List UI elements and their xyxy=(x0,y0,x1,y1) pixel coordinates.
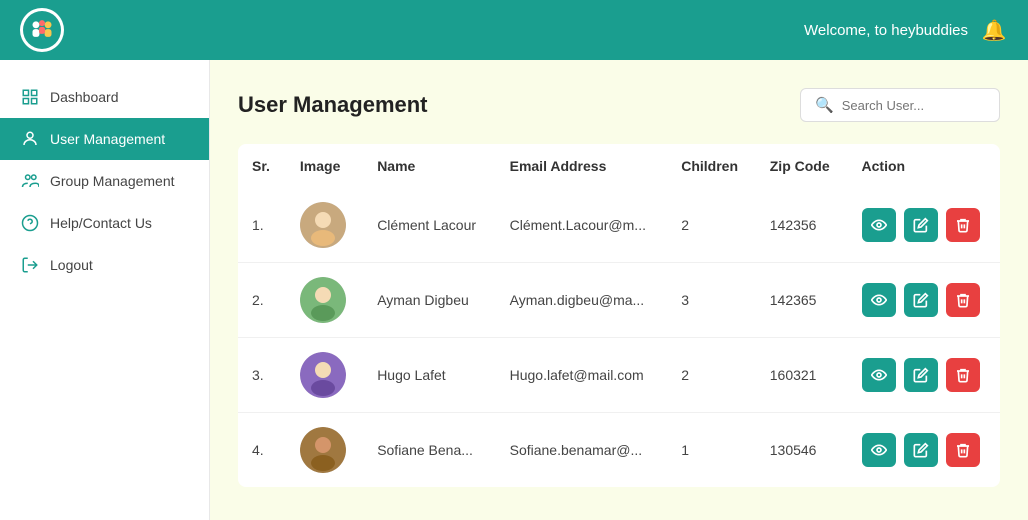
cell-name: Hugo Lafet xyxy=(363,338,495,413)
cell-zip: 142365 xyxy=(756,263,848,338)
table-row: 1. Clément Lacour Clément.Lacour@m... 2 … xyxy=(238,188,1000,263)
cell-email: Sofiane.benamar@... xyxy=(496,413,668,488)
cell-name: Clément Lacour xyxy=(363,188,495,263)
sidebar-item-logout[interactable]: Logout xyxy=(0,244,209,286)
sidebar-item-help-contact[interactable]: Help/Contact Us xyxy=(0,202,209,244)
edit-button[interactable] xyxy=(904,358,938,392)
main-layout: Dashboard User Management Group Manageme… xyxy=(0,60,1028,520)
sidebar-label-dashboard: Dashboard xyxy=(50,89,119,105)
logout-icon xyxy=(20,255,40,275)
cell-sr: 3. xyxy=(238,338,286,413)
logo xyxy=(20,8,64,52)
cell-image xyxy=(286,338,363,413)
cell-name: Ayman Digbeu xyxy=(363,263,495,338)
header-right: Welcome, to heybuddies 🔔 xyxy=(804,16,1008,44)
cell-email: Ayman.digbeu@ma... xyxy=(496,263,668,338)
col-children: Children xyxy=(667,144,756,188)
help-icon xyxy=(20,213,40,233)
view-button[interactable] xyxy=(862,208,896,242)
logo-area xyxy=(20,8,64,52)
table-header-row: Sr. Image Name Email Address Children Zi… xyxy=(238,144,1000,188)
content-area: User Management 🔍 Sr. Image Name Email A… xyxy=(210,60,1028,520)
search-input[interactable] xyxy=(842,98,985,113)
sidebar: Dashboard User Management Group Manageme… xyxy=(0,60,210,520)
cell-zip: 160321 xyxy=(756,338,848,413)
group-icon xyxy=(20,171,40,191)
col-zip: Zip Code xyxy=(756,144,848,188)
cell-zip: 130546 xyxy=(756,413,848,488)
cell-image xyxy=(286,188,363,263)
avatar xyxy=(300,427,346,473)
col-email: Email Address xyxy=(496,144,668,188)
edit-button[interactable] xyxy=(904,208,938,242)
notification-icon[interactable]: 🔔 xyxy=(980,16,1008,44)
cell-image xyxy=(286,263,363,338)
action-buttons xyxy=(862,283,986,317)
table-row: 4. Sofiane Bena... Sofiane.benamar@... 1… xyxy=(238,413,1000,488)
avatar xyxy=(300,277,346,323)
cell-image xyxy=(286,413,363,488)
cell-zip: 142356 xyxy=(756,188,848,263)
action-buttons xyxy=(862,208,986,242)
cell-action xyxy=(848,413,1000,488)
col-sr: Sr. xyxy=(238,144,286,188)
cell-action xyxy=(848,338,1000,413)
edit-button[interactable] xyxy=(904,283,938,317)
cell-children: 3 xyxy=(667,263,756,338)
sidebar-item-user-management[interactable]: User Management xyxy=(0,118,209,160)
table-row: 2. Ayman Digbeu Ayman.digbeu@ma... 3 142… xyxy=(238,263,1000,338)
app-header: Welcome, to heybuddies 🔔 xyxy=(0,0,1028,60)
sidebar-item-group-management[interactable]: Group Management xyxy=(0,160,209,202)
cell-action xyxy=(848,188,1000,263)
cell-sr: 1. xyxy=(238,188,286,263)
search-icon: 🔍 xyxy=(815,96,834,114)
cell-sr: 4. xyxy=(238,413,286,488)
view-button[interactable] xyxy=(862,433,896,467)
cell-children: 2 xyxy=(667,338,756,413)
cell-children: 2 xyxy=(667,188,756,263)
action-buttons xyxy=(862,433,986,467)
cell-name: Sofiane Bena... xyxy=(363,413,495,488)
edit-button[interactable] xyxy=(904,433,938,467)
delete-button[interactable] xyxy=(946,283,980,317)
avatar xyxy=(300,352,346,398)
welcome-text: Welcome, to heybuddies xyxy=(804,22,968,39)
sidebar-label-logout: Logout xyxy=(50,257,93,273)
avatar xyxy=(300,202,346,248)
sidebar-label-help-contact: Help/Contact Us xyxy=(50,215,152,231)
user-icon xyxy=(20,129,40,149)
delete-button[interactable] xyxy=(946,358,980,392)
view-button[interactable] xyxy=(862,358,896,392)
sidebar-label-group-management: Group Management xyxy=(50,173,175,189)
cell-action xyxy=(848,263,1000,338)
table-row: 3. Hugo Lafet Hugo.lafet@mail.com 2 1603… xyxy=(238,338,1000,413)
delete-button[interactable] xyxy=(946,433,980,467)
cell-email: Hugo.lafet@mail.com xyxy=(496,338,668,413)
search-box[interactable]: 🔍 xyxy=(800,88,1000,122)
action-buttons xyxy=(862,358,986,392)
content-header: User Management 🔍 xyxy=(238,88,1000,122)
dashboard-icon xyxy=(20,87,40,107)
cell-children: 1 xyxy=(667,413,756,488)
col-action: Action xyxy=(848,144,1000,188)
cell-sr: 2. xyxy=(238,263,286,338)
page-title: User Management xyxy=(238,92,428,118)
cell-email: Clément.Lacour@m... xyxy=(496,188,668,263)
view-button[interactable] xyxy=(862,283,896,317)
sidebar-item-dashboard[interactable]: Dashboard xyxy=(0,76,209,118)
col-name: Name xyxy=(363,144,495,188)
delete-button[interactable] xyxy=(946,208,980,242)
col-image: Image xyxy=(286,144,363,188)
sidebar-label-user-management: User Management xyxy=(50,131,165,147)
user-table: Sr. Image Name Email Address Children Zi… xyxy=(238,144,1000,487)
